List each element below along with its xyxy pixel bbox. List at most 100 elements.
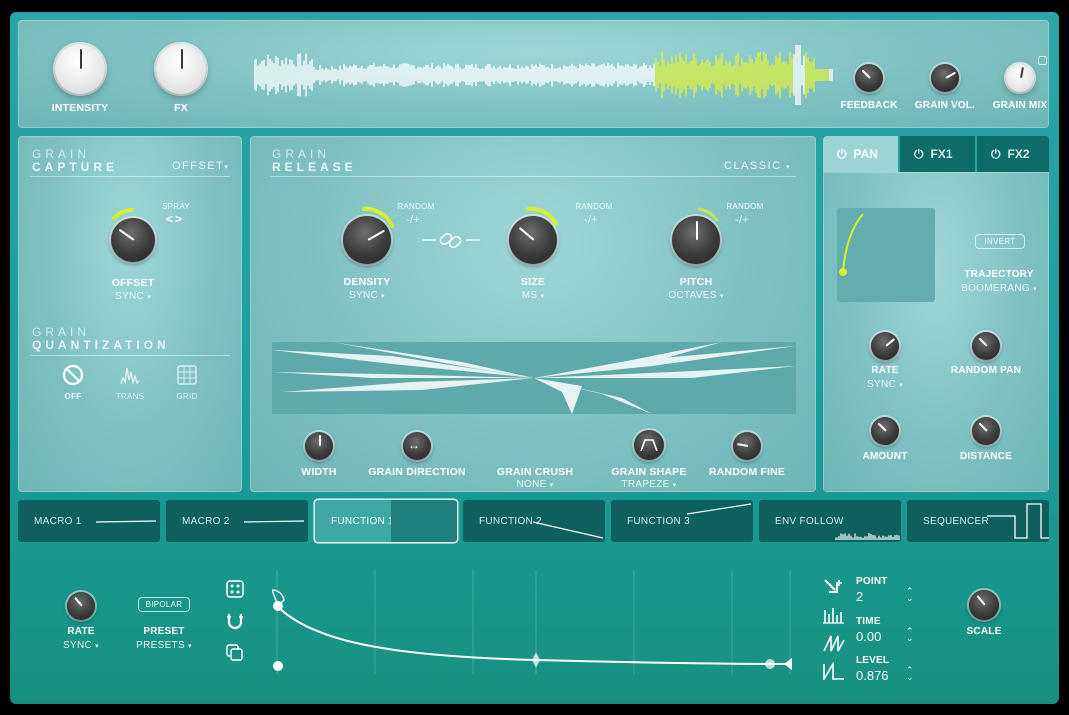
- tab-macro-2[interactable]: MACRO 2: [166, 500, 308, 542]
- presets-dropdown[interactable]: PRESETS ▾: [124, 640, 204, 651]
- density-knob[interactable]: [343, 216, 391, 264]
- grain-vol-knob[interactable]: [931, 64, 959, 92]
- macro-2-preview: [244, 520, 304, 523]
- amount-label: AMOUNT: [862, 451, 908, 462]
- tab-sequencer[interactable]: SEQUENCER: [907, 500, 1049, 542]
- sequencer-preview: [987, 503, 1049, 539]
- magnet-icon[interactable]: [226, 612, 244, 630]
- offset-sync-dropdown[interactable]: SYNC ▾: [93, 291, 173, 302]
- point-value[interactable]: 2: [856, 589, 863, 604]
- quantize-grid-label: GRID: [176, 392, 198, 401]
- dice-icon[interactable]: [226, 580, 244, 598]
- size-ms-dropdown[interactable]: MS ▾: [493, 290, 573, 301]
- pan-rate-knob[interactable]: [871, 332, 899, 360]
- pan-rate-sync-dropdown[interactable]: SYNC ▾: [845, 379, 925, 390]
- ramp-icon[interactable]: [823, 662, 845, 680]
- level-value[interactable]: 0.876: [856, 668, 889, 683]
- tab-function-2[interactable]: FUNCTION 2: [463, 500, 605, 542]
- grain-mix-label: GRAIN MIX: [992, 100, 1048, 111]
- grain-vol-label: GRAIN VOL.: [914, 100, 976, 111]
- capture-mode-dropdown[interactable]: OFFSET▾: [172, 160, 229, 172]
- tab-env-follow[interactable]: ENV FOLLOW: [759, 500, 901, 542]
- function-envelope-editor[interactable]: [272, 570, 796, 674]
- quantize-trans-icon[interactable]: [119, 364, 141, 386]
- add-point-icon[interactable]: [823, 578, 845, 600]
- level-label: LEVEL: [856, 655, 890, 666]
- waveform-display[interactable]: [254, 42, 834, 108]
- random-pan-knob[interactable]: [972, 332, 1000, 360]
- pitch-label: PITCH: [679, 276, 713, 288]
- distance-knob[interactable]: [972, 417, 1000, 445]
- pitch-random-toggle[interactable]: -/+: [735, 214, 749, 226]
- density-random-toggle[interactable]: -/+: [406, 214, 420, 226]
- grain-visualizer: [272, 342, 796, 414]
- grain-release-title: GRAIN RELEASE: [272, 147, 357, 174]
- offset-label: OFFSET: [111, 277, 155, 289]
- function-2-preview: [533, 521, 603, 539]
- density-sync-dropdown[interactable]: SYNC ▾: [327, 290, 407, 301]
- tab-pan[interactable]: ⏻ PAN: [823, 136, 898, 172]
- intensity-knob[interactable]: [55, 44, 105, 94]
- power-icon: ⏻: [837, 146, 847, 161]
- invert-button[interactable]: INVERT: [975, 234, 1025, 249]
- bars-icon[interactable]: [823, 606, 845, 624]
- bipolar-button[interactable]: BIPOLAR: [138, 597, 190, 612]
- fx-knob[interactable]: [156, 44, 206, 94]
- quantize-off-icon[interactable]: [62, 364, 84, 386]
- width-label: WIDTH: [301, 466, 337, 478]
- tab-fx1[interactable]: ⏻ FX1: [900, 136, 975, 172]
- grain-crush-dropdown[interactable]: NONE ▾: [490, 479, 580, 490]
- grain-shape-knob[interactable]: [634, 430, 664, 460]
- grain-shape-dropdown[interactable]: TRAPEZE ▾: [604, 479, 694, 490]
- function-3-preview: [687, 503, 751, 515]
- time-label: TIME: [856, 616, 881, 627]
- trajectory-label: TRAJECTORY: [964, 269, 1034, 280]
- spray-icon[interactable]: <>: [166, 212, 184, 226]
- tab-function-3[interactable]: FUNCTION 3: [611, 500, 753, 542]
- level-stepper-icon[interactable]: ⌃ ⌄: [906, 666, 914, 682]
- tab-fx2[interactable]: ⏻ FX2: [977, 136, 1049, 172]
- preset-label: PRESET: [143, 626, 185, 637]
- intensity-label: INTENSITY: [51, 102, 109, 114]
- time-value[interactable]: 0.00: [856, 629, 881, 644]
- time-stepper-icon[interactable]: ⌃ ⌄: [906, 627, 914, 643]
- top-bar: INTENSITY FX FEEDBACK GRAIN VOL. GRAIN M…: [18, 20, 1049, 128]
- grain-mix-knob[interactable]: [1006, 64, 1034, 92]
- lock-icon[interactable]: [1038, 56, 1047, 65]
- link-icon[interactable]: [420, 230, 482, 250]
- plugin-window: INTENSITY FX FEEDBACK GRAIN VOL. GRAIN M…: [10, 12, 1059, 704]
- size-knob[interactable]: [509, 216, 557, 264]
- random-fine-knob[interactable]: [733, 432, 761, 460]
- random-fine-label: RANDOM FINE: [708, 466, 786, 478]
- function-rate-knob[interactable]: [67, 592, 95, 620]
- grain-capture-title: GRAIN CAPTURE: [32, 147, 119, 174]
- function-rate-sync-dropdown[interactable]: SYNC ▾: [41, 640, 121, 651]
- grain-shape-label: GRAIN SHAPE: [611, 466, 687, 478]
- trajectory-dropdown[interactable]: BOOMERANG ▾: [949, 283, 1049, 294]
- pitch-knob[interactable]: [672, 216, 720, 264]
- function-rate-label: RATE: [67, 626, 95, 637]
- point-stepper-icon[interactable]: ⌃ ⌄: [906, 587, 914, 603]
- grain-capture-panel: GRAIN CAPTURE OFFSET▾ SPRAY <> OFFSET SYN…: [18, 136, 242, 492]
- point-label: POINT: [856, 576, 888, 587]
- copy-icon[interactable]: [226, 644, 244, 662]
- amount-knob[interactable]: [871, 417, 899, 445]
- width-knob[interactable]: [305, 432, 333, 460]
- scale-knob[interactable]: [969, 590, 999, 620]
- release-mode-dropdown[interactable]: CLASSIC ▾: [724, 160, 791, 172]
- pan-trajectory-display[interactable]: [837, 208, 935, 302]
- feedback-knob[interactable]: [855, 64, 883, 92]
- pitch-octaves-dropdown[interactable]: OCTAVES ▾: [646, 290, 746, 301]
- grain-direction-knob[interactable]: ↔: [403, 432, 431, 460]
- tab-function-1[interactable]: FUNCTION 1: [315, 500, 457, 542]
- random-pan-label: RANDOM PAN: [950, 365, 1022, 376]
- quantize-trans-label: TRANS: [115, 392, 145, 401]
- tab-macro-1[interactable]: MACRO 1: [18, 500, 160, 542]
- offset-knob[interactable]: [111, 218, 155, 262]
- quantize-grid-icon[interactable]: [176, 364, 198, 386]
- size-random-toggle[interactable]: -/+: [584, 214, 598, 226]
- fx-label: FX: [174, 102, 188, 114]
- pitch-random-label: RANDOM: [726, 202, 764, 211]
- grain-quantization-title: GRAIN QUANTIZATION: [32, 325, 170, 352]
- sawtooth-icon[interactable]: [823, 634, 845, 652]
